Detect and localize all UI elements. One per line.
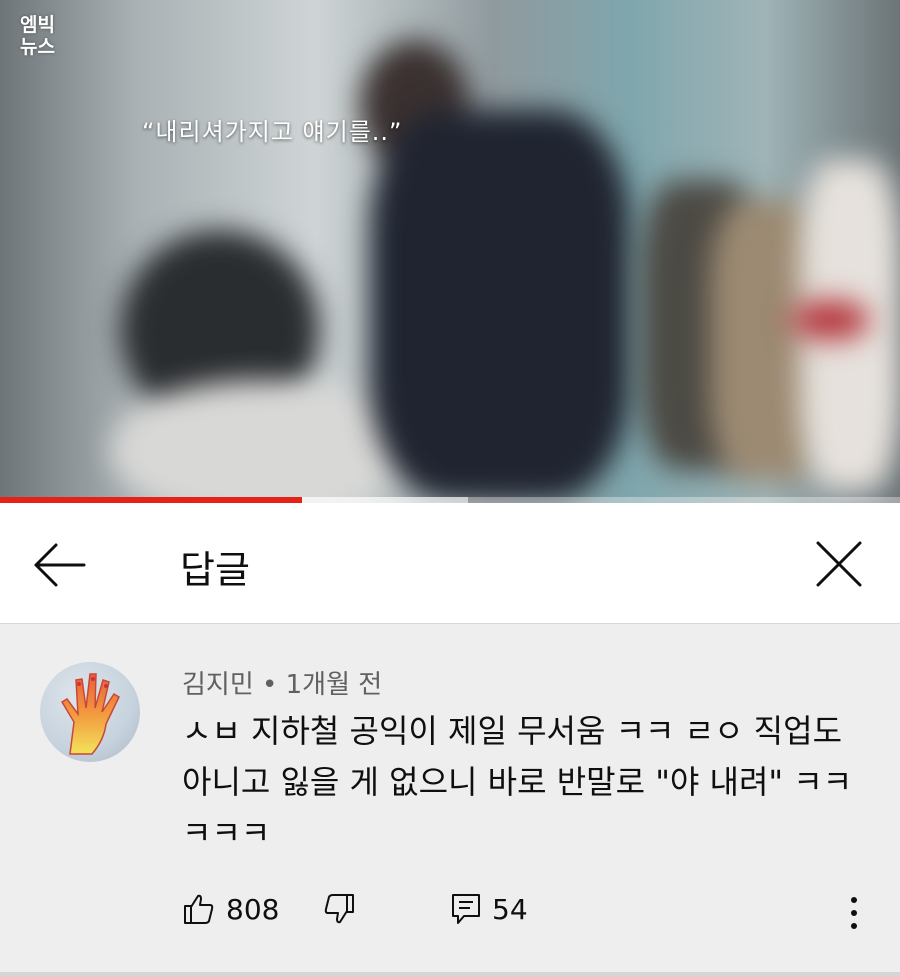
reply-count: 54 xyxy=(492,892,528,926)
page-title: 답글 xyxy=(180,548,250,592)
channel-watermark: 엠빅 뉴스 xyxy=(20,14,55,58)
back-button[interactable] xyxy=(30,537,90,593)
comment-meta: 김지민 • 1개월 전 xyxy=(182,664,382,701)
video-subtitle: “내리셔가지고 얘기를..” xyxy=(142,118,403,146)
avatar[interactable] xyxy=(40,662,140,762)
arrow-left-icon xyxy=(34,543,86,587)
more-vert-icon xyxy=(851,897,857,929)
video-player[interactable]: 엠빅 뉴스 “내리셔가지고 얘기를..” xyxy=(0,0,900,503)
reply-button[interactable]: 54 xyxy=(450,892,528,926)
comment-time: 1개월 전 xyxy=(285,670,383,700)
more-options-button[interactable] xyxy=(842,892,866,936)
like-button[interactable]: 808 xyxy=(182,892,279,926)
comment-author[interactable]: 김지민 xyxy=(182,670,254,700)
meta-separator: • xyxy=(262,670,278,700)
hand-avatar-icon xyxy=(60,673,120,755)
close-icon xyxy=(816,541,862,587)
comment-item: 김지민 • 1개월 전 ㅅㅂ 지하철 공익이 제일 무서움 ㅋㅋ ㄹㅇ 직업도 … xyxy=(0,624,900,977)
thumbs-down-icon xyxy=(324,894,354,924)
replies-header: 답글 xyxy=(0,503,900,624)
comment-actions: 808 54 xyxy=(182,892,872,936)
divider xyxy=(0,972,900,977)
comment-text: ㅅㅂ 지하철 공익이 제일 무서움 ㅋㅋ ㄹㅇ 직업도 아니고 잃을 게 없으니… xyxy=(182,712,853,852)
comment-icon xyxy=(452,894,480,924)
dislike-button[interactable] xyxy=(322,892,356,926)
like-count: 808 xyxy=(226,892,280,926)
close-button[interactable] xyxy=(808,533,870,595)
thumbs-up-icon xyxy=(184,894,214,924)
